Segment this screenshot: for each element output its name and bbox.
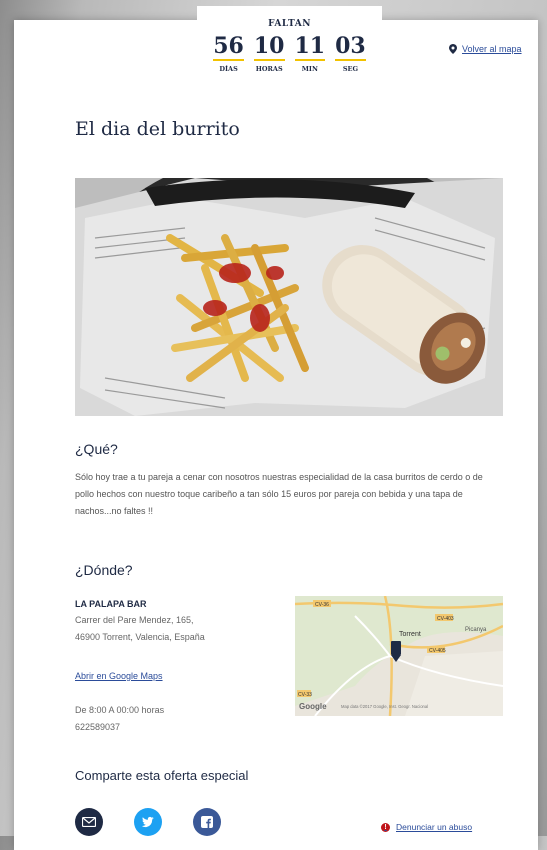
hours-value: 10 — [253, 33, 285, 61]
map-road-label: CV-33 — [298, 692, 312, 698]
facebook-icon — [201, 816, 213, 828]
map-road-label: CV-36 — [315, 602, 329, 608]
address-line1: Carrer del Pare Mendez, 165, — [75, 615, 194, 625]
hours-label: HORAS — [255, 65, 283, 73]
countdown-hours: 10 HORAS — [253, 33, 285, 73]
seconds-label: SEG — [342, 65, 359, 73]
map-suburb-label: Picanya — [465, 627, 487, 633]
seconds-value: 03 — [335, 33, 366, 61]
twitter-icon — [141, 816, 154, 828]
report-abuse-label: Denunciar un abuso — [396, 822, 473, 832]
days-label: DÍAS — [219, 65, 238, 73]
address-line2: 46900 Torrent, Valencia, España — [75, 632, 205, 642]
email-share-button[interactable] — [75, 808, 103, 836]
event-photo — [75, 178, 503, 416]
countdown-timer: FALTAN 56 DÍAS 10 HORAS 11 MIN 03 SEG — [197, 6, 382, 106]
report-abuse-link[interactable]: ! Denunciar un abuso — [381, 822, 472, 832]
twitter-share-button[interactable] — [134, 808, 162, 836]
countdown-title: FALTAN — [268, 19, 311, 29]
envelope-icon — [82, 817, 96, 827]
opening-hours: De 8:00 A 00:00 horas — [75, 705, 165, 715]
back-to-map-label: Volver al mapa — [462, 44, 522, 54]
what-heading: ¿Qué? — [75, 441, 118, 457]
map-city-label: Torrent — [399, 631, 421, 638]
google-logo: Google — [299, 702, 327, 711]
venue-name: LA PALAPA BAR — [75, 599, 147, 609]
alert-icon: ! — [381, 822, 390, 832]
share-heading: Comparte esta oferta especial — [75, 768, 249, 783]
map-pin-icon — [449, 44, 457, 54]
where-heading: ¿Dónde? — [75, 562, 133, 578]
open-google-maps-link[interactable]: Abrir en Google Maps — [75, 671, 163, 681]
minutes-label: MIN — [301, 65, 318, 73]
event-title: El dia del burrito — [75, 118, 240, 140]
back-to-map-link[interactable]: Volver al mapa — [449, 44, 522, 54]
countdown-days: 56 DÍAS — [213, 34, 244, 73]
countdown-minutes: 11 MIN — [294, 33, 326, 73]
what-description: Sólo hoy trae a tu pareja a cenar con no… — [75, 472, 483, 516]
facebook-share-button[interactable] — [193, 808, 221, 836]
days-value: 56 — [213, 33, 244, 61]
minutes-value: 11 — [294, 33, 326, 61]
map-attribution: Map data ©2017 Google, Inst. Geogr. Naci… — [341, 704, 428, 709]
countdown-seconds: 03 SEG — [335, 34, 366, 73]
map-road-label: CV-403 — [437, 616, 454, 622]
phone-number: 622589037 — [75, 722, 121, 732]
map-road-label: CV-405 — [429, 648, 446, 654]
location-map[interactable]: CV-36 CV-403 CV-405 CV-33 Torrent Picany… — [295, 596, 503, 716]
